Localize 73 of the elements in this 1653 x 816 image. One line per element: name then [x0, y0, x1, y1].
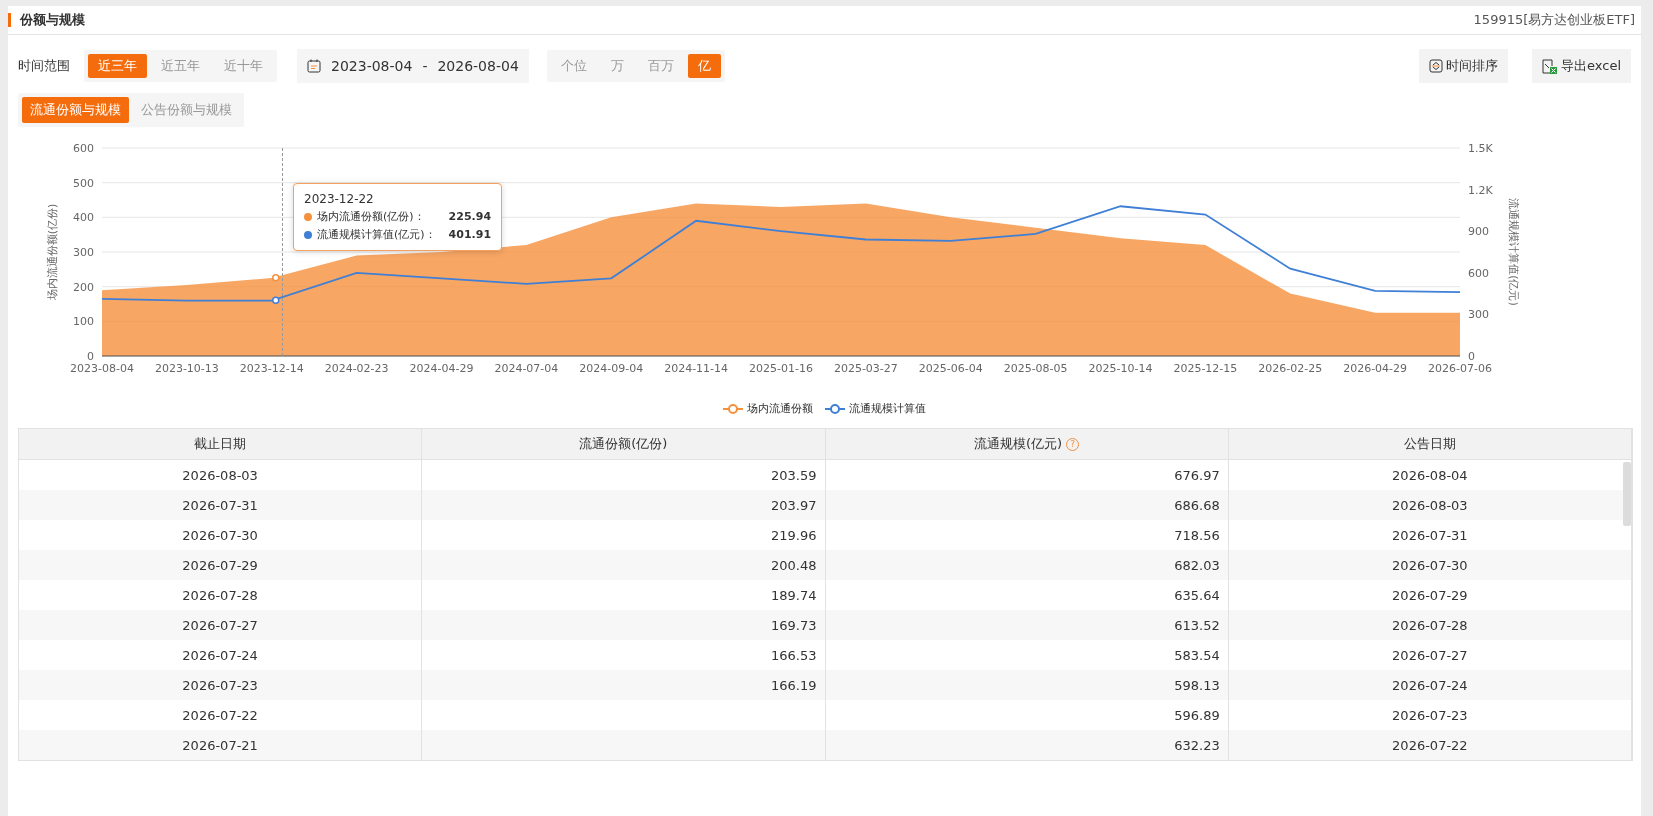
x-tick-label: 2026-04-29 [1343, 362, 1408, 375]
y-tick-label: 1.5K [1468, 142, 1493, 155]
table-cell: 2026-07-22 [1228, 730, 1632, 760]
x-tick-label: 2025-03-27 [833, 362, 898, 375]
x-tick-label: 2025-10-14 [1088, 362, 1153, 375]
picture-hover-markers-drawing [272, 273, 280, 304]
x-tick-label: 2026-07-06 [1428, 362, 1492, 375]
y-tick-label: 200 [73, 280, 94, 294]
end-date: 2026-08-04 [437, 58, 519, 74]
x-tick-label: 2024-07-04 [494, 362, 559, 375]
date-separator: - [422, 58, 428, 74]
unit-option[interactable]: 个位 [550, 54, 597, 78]
range-option[interactable]: 近五年 [151, 54, 210, 78]
table-cell: 632.23 [825, 730, 1229, 760]
y-tick-label: 900 [1468, 225, 1489, 239]
y-tick-label: 600 [1468, 266, 1489, 280]
tooltip-label: 流通规模计算值(亿元)： [317, 227, 436, 242]
y-tick-label: 300 [73, 246, 94, 259]
x-tick-label: 2024-04-29 [409, 362, 474, 375]
start-date: 2023-08-04 [331, 58, 413, 74]
column-title: 截止日期 [194, 435, 247, 453]
range-option[interactable]: 近三年 [88, 54, 147, 78]
legend-label: 流通规模计算值 [849, 401, 926, 416]
x-tick-label: 2026-02-25 [1258, 362, 1323, 375]
x-tick-label: 2025-08-05 [1003, 362, 1068, 375]
tooltip-value: 225.94 [447, 210, 492, 223]
range-label: 时间范围 [18, 57, 70, 75]
unit-option[interactable]: 亿 [687, 54, 721, 78]
x-tick-label: 2023-10-13 [154, 362, 219, 375]
legend-marker-icon [825, 403, 845, 414]
y-tick-label: 100 [73, 315, 94, 329]
y-tick-label: 600 [73, 142, 94, 155]
unit-option[interactable]: 万 [600, 54, 634, 78]
table-cell: 2026-07-21 [19, 730, 423, 760]
chart-tab[interactable]: 流通份额与规模 [22, 97, 129, 123]
export-button[interactable]: 导出excel [1532, 49, 1631, 83]
y-axis-title: 流通规模计算值(亿元) [1507, 198, 1520, 306]
legend-label: 场内流通份额 [747, 401, 813, 416]
x-tick-label: 2023-12-14 [239, 362, 304, 375]
y-tick-label: 300 [1468, 308, 1489, 322]
x-tick-label: 2025-12-15 [1173, 362, 1238, 375]
x-tick-label: 2025-06-04 [918, 362, 983, 375]
range-option[interactable]: 近十年 [214, 54, 273, 78]
legend-item[interactable]: 流通规模计算值 [825, 401, 926, 416]
sort-button[interactable]: 时间排序 [1419, 49, 1508, 83]
legend-marker-icon [723, 403, 743, 414]
tooltip-value: 401.91 [447, 228, 492, 241]
y-tick-label: 0 [87, 350, 94, 363]
y-tick-label: 500 [73, 176, 94, 190]
calendar-icon [307, 59, 321, 73]
chart-tab[interactable]: 公告份额与规模 [133, 97, 240, 123]
unit-option[interactable]: 百万 [637, 54, 684, 78]
spreadsheet-icon [1542, 58, 1558, 74]
sort-icon [1429, 59, 1443, 73]
column-title: 公告日期 [1403, 435, 1456, 453]
column-title: 流通份额(亿份) [579, 435, 668, 453]
y-tick-label: 0 [1468, 350, 1475, 363]
legend-item[interactable]: 场内流通份额 [723, 401, 813, 416]
section-title: 份额与规模 [8, 13, 85, 27]
y-tick-label: 1.2K [1468, 183, 1493, 197]
x-tick-label: 2025-01-16 [749, 362, 813, 375]
column-title: 流通规模(亿元) [974, 435, 1063, 453]
x-tick-label: 2024-09-04 [579, 362, 644, 375]
scrollbar-thumb[interactable] [1623, 462, 1631, 526]
x-tick-label: 2024-11-14 [664, 362, 729, 375]
tooltip-date: 2023-12-22 [304, 192, 375, 206]
fund-name: 159915[易方达创业板ETF] [1473, 11, 1635, 29]
y-tick-label: 400 [73, 211, 94, 225]
tooltip-label: 场内流通份额(亿份)： [317, 209, 425, 224]
y-axis-title: 场内流通份额(亿份) [46, 203, 59, 301]
x-tick-label: 2023-08-04 [70, 362, 134, 375]
x-tick-label: 2024-02-23 [324, 362, 389, 375]
date-range-field[interactable]: 2023-08-04 - 2026-08-04 [297, 49, 529, 83]
